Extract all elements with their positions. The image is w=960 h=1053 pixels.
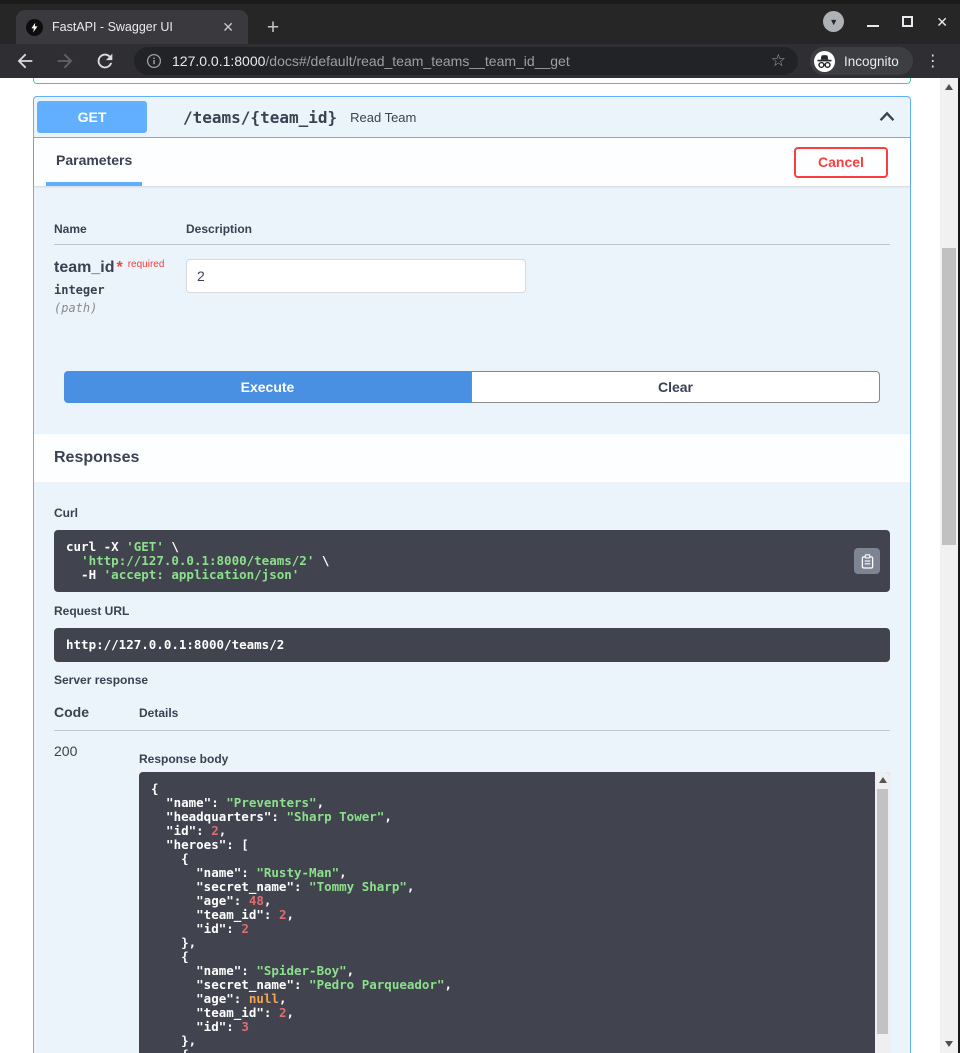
back-icon[interactable] bbox=[14, 50, 36, 72]
team-id-input[interactable] bbox=[186, 259, 526, 293]
column-description: Description bbox=[186, 222, 890, 236]
maximize-button[interactable] bbox=[902, 16, 913, 27]
tab-parameters[interactable]: Parameters bbox=[46, 138, 142, 186]
param-location: (path) bbox=[54, 301, 186, 315]
clear-button[interactable]: Clear bbox=[471, 371, 880, 403]
window-close-button[interactable]: ✕ bbox=[936, 15, 948, 29]
parameters-section-header: Parameters Cancel bbox=[34, 138, 910, 186]
clipboard-icon bbox=[861, 554, 874, 569]
response-scrollbar-thumb[interactable] bbox=[877, 789, 888, 1034]
param-name: team_id*required bbox=[54, 259, 186, 277]
response-body-scrollbar[interactable] bbox=[875, 772, 890, 1053]
responses-section: Curl curl -X 'GET' \ 'http://127.0.0.1:8… bbox=[34, 482, 910, 1053]
incognito-icon bbox=[813, 50, 836, 73]
execute-row: Execute Clear bbox=[34, 315, 910, 434]
get-endpoint-card: GET /teams/{team_id} Read Team Parameter… bbox=[33, 96, 911, 1053]
status-code: 200 bbox=[54, 743, 139, 1053]
site-info-icon[interactable] bbox=[146, 53, 162, 69]
minimize-button[interactable] bbox=[867, 25, 879, 27]
column-name: Name bbox=[54, 222, 186, 236]
response-details-cell: Response body { "name": "Preventers", "h… bbox=[139, 743, 890, 1053]
code-column-label: Code bbox=[54, 704, 139, 720]
window-controls: ▼ ✕ bbox=[823, 11, 948, 32]
curl-command-block: curl -X 'GET' \ 'http://127.0.0.1:8000/t… bbox=[54, 530, 890, 592]
new-tab-button[interactable]: + bbox=[260, 17, 286, 38]
forward-icon[interactable] bbox=[54, 50, 76, 72]
endpoint-path: /teams/{team_id} bbox=[183, 108, 337, 127]
required-label: required bbox=[128, 259, 165, 270]
server-response-label: Server response bbox=[54, 673, 890, 687]
details-column-label: Details bbox=[139, 706, 890, 720]
response-row: 200 Response body { "name": "Preventers"… bbox=[54, 731, 890, 1053]
required-star: * bbox=[116, 259, 122, 276]
url-path: /docs#/default/read_team_teams__team_id_… bbox=[265, 53, 569, 69]
scrollbar-down-arrow-icon[interactable] bbox=[945, 1041, 953, 1047]
incognito-label: Incognito bbox=[844, 54, 899, 69]
bookmark-star-icon[interactable]: ☆ bbox=[769, 51, 788, 71]
chrome-update-icon[interactable]: ▼ bbox=[823, 11, 844, 32]
copy-to-clipboard-button[interactable] bbox=[854, 548, 880, 574]
request-url-block: http://127.0.0.1:8000/teams/2 bbox=[54, 628, 890, 662]
endpoint-header[interactable]: GET /teams/{team_id} Read Team bbox=[34, 97, 910, 138]
parameters-table-header: Name Description bbox=[54, 206, 890, 245]
execute-button[interactable]: Execute bbox=[64, 371, 471, 403]
response-table-header: Code Details bbox=[54, 704, 890, 731]
previous-endpoint-card-edge bbox=[33, 78, 911, 84]
response-body-label: Response body bbox=[139, 752, 890, 766]
browser-toolbar: 127.0.0.1:8000/docs#/default/read_team_t… bbox=[0, 44, 960, 78]
swagger-page: GET /teams/{team_id} Read Team Parameter… bbox=[0, 78, 960, 1053]
param-description-cell bbox=[186, 259, 890, 315]
request-url-label: Request URL bbox=[54, 604, 890, 618]
endpoint-summary: Read Team bbox=[350, 110, 416, 125]
tab-close-icon[interactable]: ✕ bbox=[218, 18, 238, 36]
page-scrollbar[interactable] bbox=[940, 78, 958, 1053]
browser-titlebar: FastAPI - Swagger UI ✕ + ▼ ✕ bbox=[0, 0, 960, 44]
collapse-chevron-icon[interactable] bbox=[876, 106, 898, 128]
fastapi-favicon-icon bbox=[26, 19, 43, 36]
cancel-button[interactable]: Cancel bbox=[794, 147, 888, 178]
tab-title: FastAPI - Swagger UI bbox=[52, 20, 218, 34]
param-name-cell: team_id*required integer (path) bbox=[54, 259, 186, 315]
http-method-badge: GET bbox=[37, 101, 147, 133]
table-row: team_id*required integer (path) bbox=[54, 245, 890, 315]
url-bar[interactable]: 127.0.0.1:8000/docs#/default/read_team_t… bbox=[134, 47, 798, 75]
response-body-block: { "name": "Preventers", "headquarters": … bbox=[139, 772, 890, 1053]
page-scrollbar-thumb[interactable] bbox=[942, 248, 956, 545]
curl-label: Curl bbox=[54, 506, 890, 520]
incognito-badge: Incognito bbox=[810, 47, 913, 75]
request-url-value: http://127.0.0.1:8000/teams/2 bbox=[66, 638, 862, 652]
url-text: 127.0.0.1:8000/docs#/default/read_team_t… bbox=[172, 53, 769, 69]
scrollbar-up-arrow-icon[interactable] bbox=[945, 84, 953, 90]
scroll-up-arrow-icon[interactable] bbox=[879, 777, 887, 783]
url-host: 127.0.0.1:8000 bbox=[172, 53, 265, 69]
param-type: integer bbox=[54, 283, 186, 297]
browser-tab[interactable]: FastAPI - Swagger UI ✕ bbox=[16, 10, 248, 44]
responses-title: Responses bbox=[34, 434, 910, 482]
reload-icon[interactable] bbox=[94, 50, 116, 72]
parameters-table: Name Description team_id*required intege… bbox=[34, 186, 910, 315]
browser-menu-icon[interactable]: ⋮ bbox=[924, 51, 942, 71]
